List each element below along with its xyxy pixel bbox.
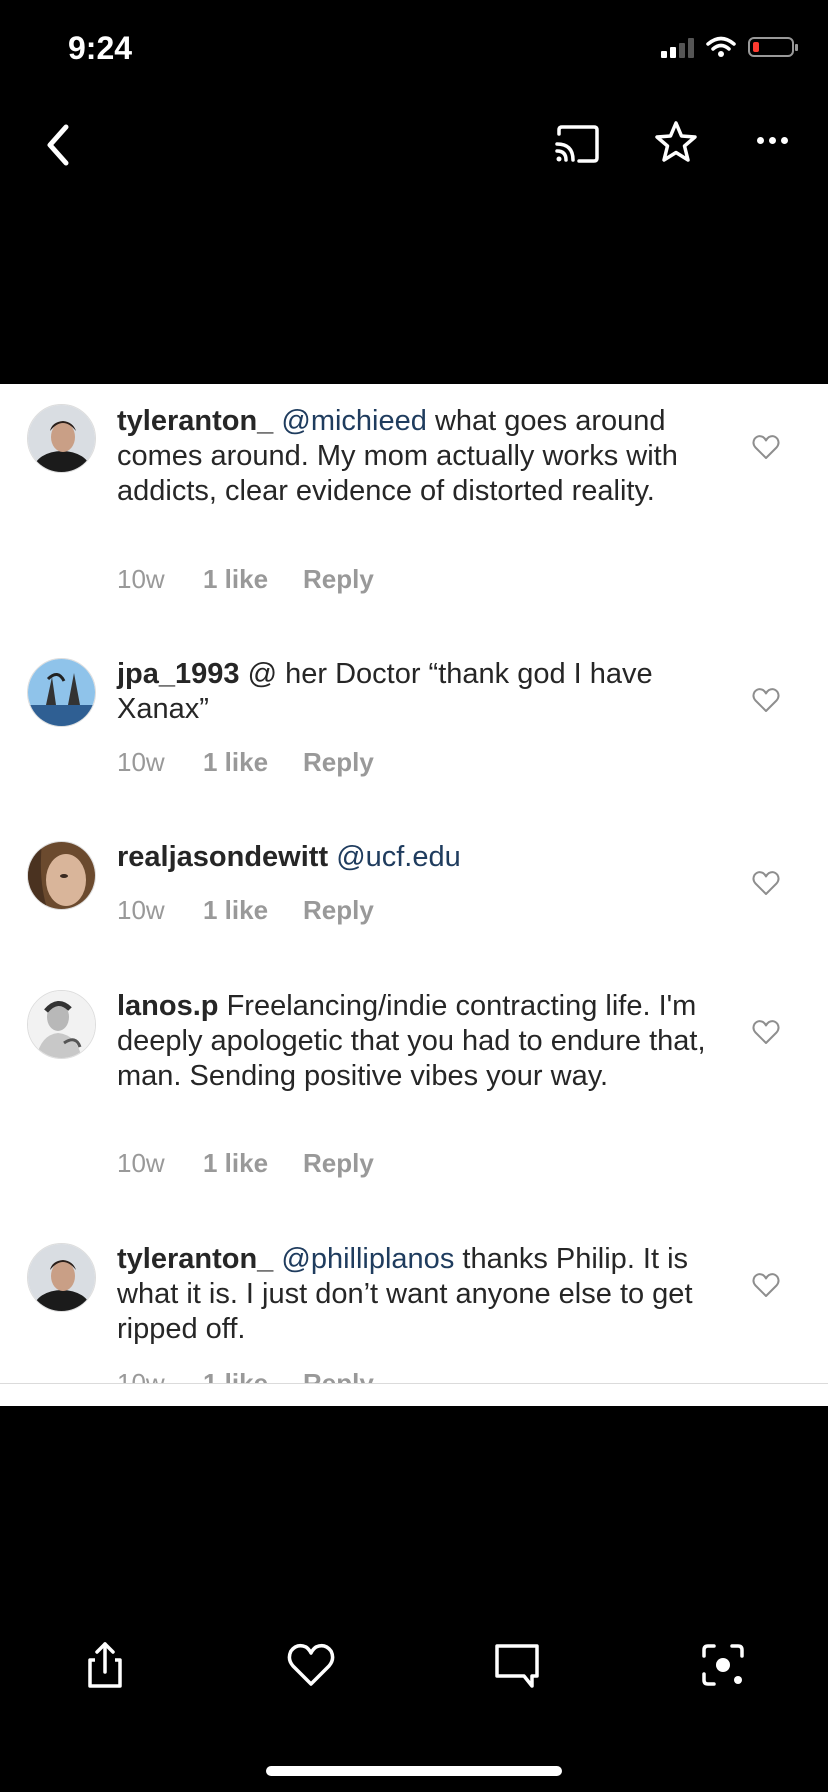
avatar[interactable]: [27, 658, 96, 727]
heart-icon[interactable]: [752, 870, 780, 896]
comment-likes[interactable]: 1 like: [203, 1148, 303, 1179]
comment-mention[interactable]: @michieed: [281, 405, 427, 437]
reply-button[interactable]: Reply: [303, 747, 374, 778]
heart-icon[interactable]: [286, 1640, 336, 1690]
comment-text: realjasondewitt @ucf.edu: [117, 840, 717, 875]
favorite-button[interactable]: [652, 118, 700, 168]
comment-icon[interactable]: [492, 1640, 542, 1690]
comment-timestamp: 10w: [117, 747, 165, 777]
comment-timestamp: 10w: [117, 1148, 165, 1178]
avatar[interactable]: [27, 1243, 96, 1312]
share-icon[interactable]: [80, 1640, 130, 1690]
top-nav: [0, 110, 828, 180]
avatar[interactable]: [27, 841, 96, 910]
comment-meta: 10w 1 like Reply: [117, 747, 374, 778]
battery-icon: [748, 37, 798, 57]
comment-text: tyleranton_ @michieed what goes around c…: [117, 404, 717, 509]
more-button[interactable]: [750, 120, 794, 160]
comment-username[interactable]: realjasondewitt: [117, 841, 328, 873]
heart-icon[interactable]: [752, 687, 780, 713]
comment-mention[interactable]: @ucf.edu: [336, 841, 461, 873]
comments-list[interactable]: tyleranton_ @michieed what goes around c…: [0, 384, 828, 1406]
comment-username[interactable]: tyleranton_: [117, 405, 273, 437]
comment-username[interactable]: lanos.p: [117, 990, 219, 1022]
chevron-left-icon: [47, 124, 69, 166]
heart-icon[interactable]: [752, 1019, 780, 1045]
status-time: 9:24: [68, 30, 133, 66]
lens-icon[interactable]: [698, 1640, 748, 1690]
reply-button[interactable]: Reply: [303, 564, 374, 595]
back-button[interactable]: [38, 120, 78, 170]
comment-timestamp: 10w: [117, 564, 165, 594]
comment-text: jpa_1993 @ her Doctor “thank god I have …: [117, 657, 717, 727]
comment-meta: 10w 1 like Reply: [117, 895, 374, 926]
heart-icon[interactable]: [752, 1272, 780, 1298]
cast-icon: [555, 125, 599, 163]
more-icon: [756, 136, 764, 144]
comment-likes[interactable]: 1 like: [203, 895, 303, 926]
signal-icon: [661, 36, 694, 58]
cast-button[interactable]: [553, 122, 603, 166]
comment-timestamp: 10w: [117, 895, 165, 925]
wifi-icon: [706, 36, 736, 57]
avatar[interactable]: [27, 404, 96, 473]
reply-button[interactable]: Reply: [303, 1148, 374, 1179]
avatar[interactable]: [27, 990, 96, 1059]
comment-likes[interactable]: 1 like: [203, 564, 303, 595]
comment-text: tyleranton_ @philliplanos thanks Philip.…: [117, 1242, 717, 1347]
comment-meta: 10w 1 like Reply: [117, 564, 374, 595]
status-icons: [661, 36, 798, 58]
comment-meta: 10w 1 like Reply: [117, 1148, 374, 1179]
comment-mention[interactable]: @philliplanos: [281, 1243, 454, 1275]
star-icon: [655, 121, 697, 162]
reply-button[interactable]: Reply: [303, 895, 374, 926]
comment-likes[interactable]: 1 like: [203, 747, 303, 778]
home-indicator[interactable]: [266, 1766, 562, 1776]
comment-username[interactable]: jpa_1993: [117, 658, 240, 690]
comment-username[interactable]: tyleranton_: [117, 1243, 273, 1275]
comment-text: lanos.p Freelancing/indie contracting li…: [117, 989, 717, 1094]
heart-icon[interactable]: [752, 434, 780, 460]
